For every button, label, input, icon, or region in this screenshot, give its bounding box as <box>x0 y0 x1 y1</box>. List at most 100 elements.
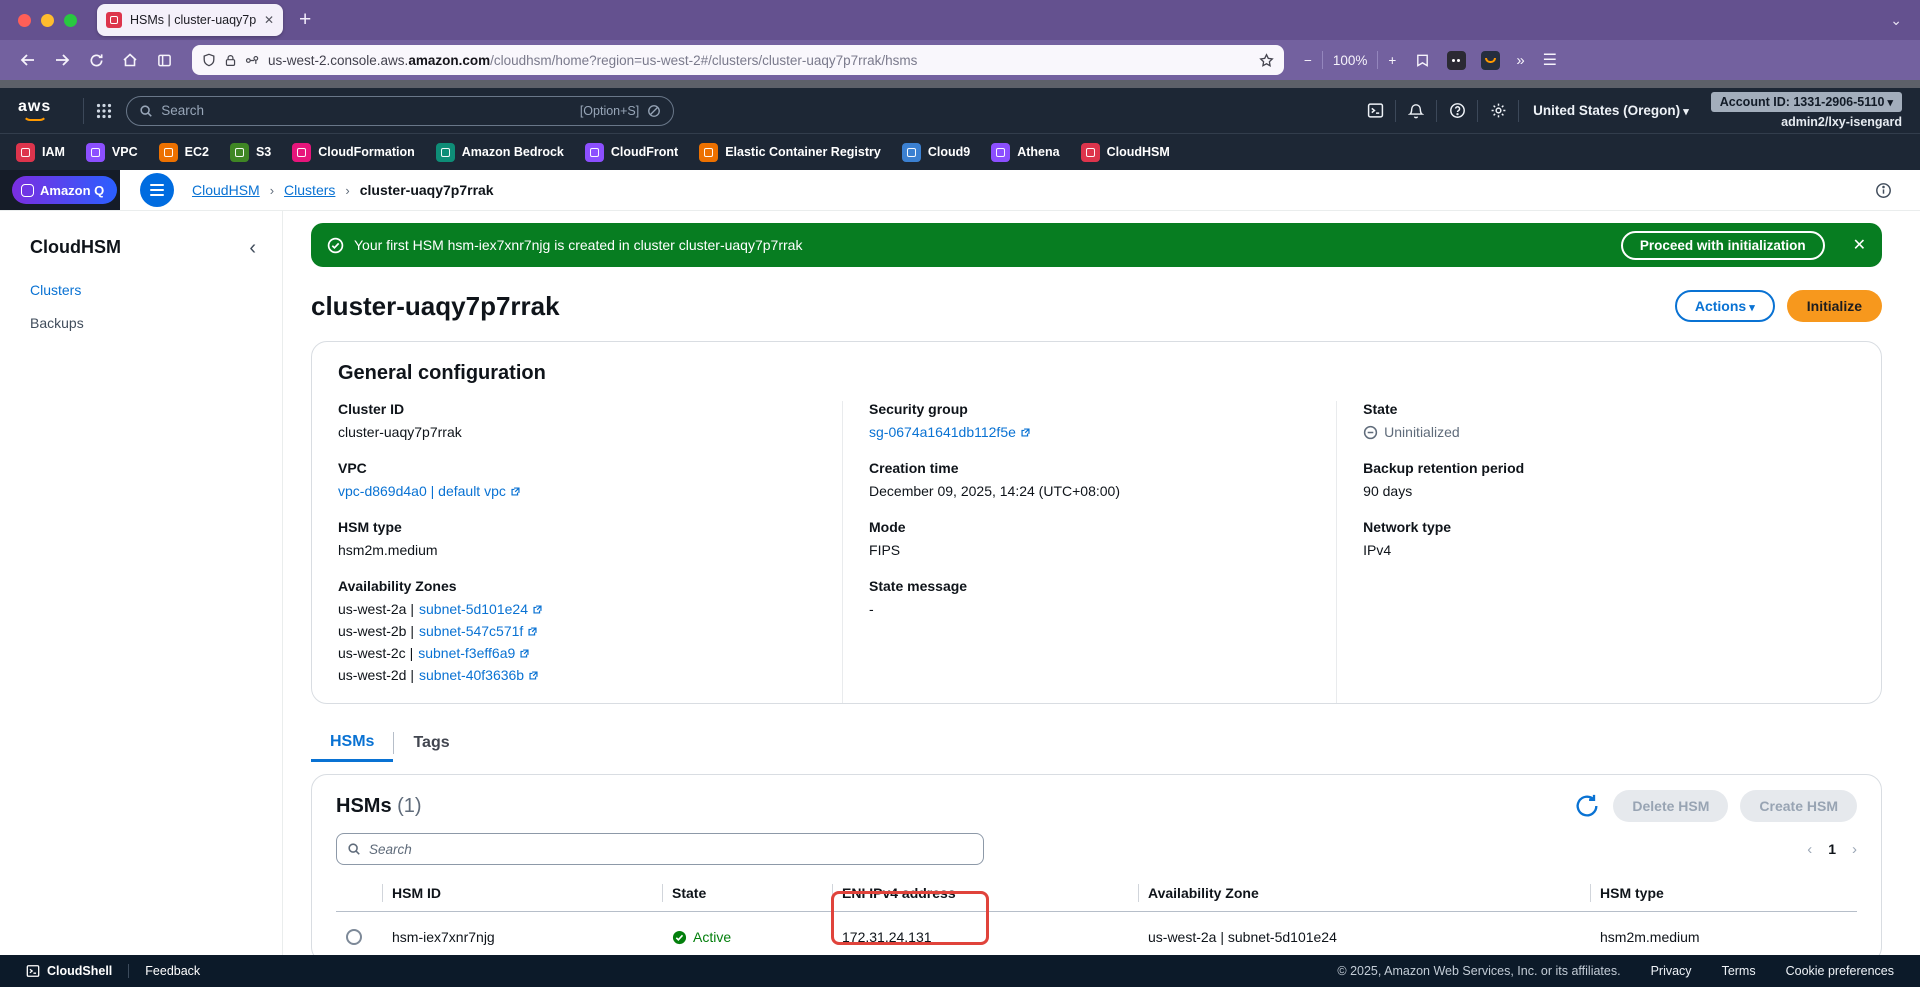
subnet-link[interactable]: subnet-5d101e24 <box>419 598 543 620</box>
url-bar[interactable]: us-west-2.console.aws.amazon.com/cloudhs… <box>192 45 1284 75</box>
column-hsm-type[interactable]: HSM type <box>1590 875 1857 912</box>
subnet-link[interactable]: subnet-547c571f <box>419 620 538 642</box>
sidebar-item-backups[interactable]: Backups <box>30 315 84 331</box>
favorite-athena[interactable]: Athena <box>991 142 1060 162</box>
forward-icon[interactable] <box>48 46 76 74</box>
proceed-with-initialization-button[interactable]: Proceed with initialization <box>1620 230 1825 260</box>
initialize-button[interactable]: Initialize <box>1786 290 1882 322</box>
aws-logo[interactable]: aws <box>18 99 51 121</box>
sidebar-item-clusters[interactable]: Clusters <box>30 282 81 298</box>
list-all-tabs-icon[interactable]: ⌄ <box>1890 12 1902 29</box>
active-check-icon <box>672 930 687 944</box>
favorite-vpc[interactable]: VPC <box>85 142 138 162</box>
banner-message: Your first HSM hsm-iex7xnr7njg is create… <box>354 237 803 253</box>
column-hsm-id[interactable]: HSM ID <box>382 875 662 912</box>
breadcrumb-separator-icon: › <box>345 182 350 198</box>
services-grid-icon[interactable] <box>96 103 112 119</box>
page-title: cluster-uaqy7p7rrak <box>311 290 560 321</box>
actions-button[interactable]: Actions <box>1674 290 1775 322</box>
notifications-bell-icon[interactable] <box>1396 97 1436 125</box>
region-selector[interactable]: United States (Oregon) <box>1533 103 1689 118</box>
sidebar-toggle-icon[interactable] <box>150 46 178 74</box>
zoom-level[interactable]: 100% <box>1333 53 1368 68</box>
column-availability-zone[interactable]: Availability Zone <box>1138 875 1590 912</box>
favorite-iam[interactable]: IAM <box>16 142 65 162</box>
favorite-s3[interactable]: S3 <box>229 142 271 162</box>
tab-tags[interactable]: Tags <box>394 724 468 762</box>
column-state[interactable]: State <box>662 875 832 912</box>
column-eni-ipv4[interactable]: ENI IPv4 address <box>832 875 1138 912</box>
cloudshell-icon <box>26 965 40 977</box>
current-page[interactable]: 1 <box>1828 841 1836 857</box>
amazon-q-button[interactable]: Amazon Q <box>12 176 118 204</box>
cloudfront-icon <box>584 142 604 162</box>
page: HSMs | cluster-uaqy7p7rrak | Cl ✕ + ⌄ us… <box>0 0 1920 987</box>
favorite-bedrock[interactable]: Amazon Bedrock <box>435 142 564 162</box>
close-tab-icon[interactable]: ✕ <box>264 13 274 27</box>
app-menu-icon[interactable]: ☰ <box>1537 50 1563 70</box>
vpc-link[interactable]: vpc-d869d4a0 | default vpc <box>338 480 521 502</box>
info-icon[interactable] <box>1875 182 1892 199</box>
tracking-shield-icon[interactable] <box>202 53 216 67</box>
console-search-input[interactable]: Search [Option+S] <box>126 95 675 126</box>
favorite-cloud9[interactable]: Cloud9 <box>901 142 970 162</box>
cloudshell-footer-button[interactable]: CloudShell <box>26 964 112 978</box>
overflow-menu-icon[interactable]: » <box>1510 52 1530 69</box>
lock-icon[interactable] <box>224 54 237 67</box>
cloudshell-terminal-icon[interactable] <box>1355 97 1395 125</box>
side-menu-toggle[interactable] <box>140 173 174 207</box>
new-tab-button[interactable]: + <box>299 8 311 32</box>
favorite-cloudformation[interactable]: CloudFormation <box>292 142 415 162</box>
permissions-icon[interactable] <box>245 54 260 67</box>
account-id-badge[interactable]: Account ID: 1331-2906-5110 <box>1710 92 1902 112</box>
favorite-ec2[interactable]: EC2 <box>158 142 209 162</box>
refresh-icon[interactable] <box>1573 792 1601 820</box>
amazon-q-icon <box>21 183 34 197</box>
previous-page-icon[interactable]: ‹ <box>1807 841 1812 858</box>
privacy-link[interactable]: Privacy <box>1651 964 1692 978</box>
aws-extension-icon[interactable] <box>1476 46 1504 74</box>
zoom-out-icon[interactable]: − <box>1304 53 1312 68</box>
cookie-preferences-link[interactable]: Cookie preferences <box>1786 964 1894 978</box>
maximize-window-button[interactable] <box>64 13 77 27</box>
cloudhsm-icon <box>1080 142 1100 162</box>
minimize-window-button[interactable] <box>41 13 54 27</box>
home-icon[interactable] <box>116 46 144 74</box>
hsms-card: HSMs (1) Delete HSM Create HSM Search ‹ … <box>311 774 1882 955</box>
security-group-link[interactable]: sg-0674a1641db112f5e <box>869 421 1031 443</box>
account-user[interactable]: admin2/lxy-isengard <box>1781 115 1902 129</box>
url-text: us-west-2.console.aws.amazon.com/cloudhs… <box>268 52 918 68</box>
close-window-button[interactable] <box>18 13 31 27</box>
subnet-link[interactable]: subnet-40f3636b <box>419 664 539 686</box>
hsms-search-input[interactable]: Search <box>336 833 984 865</box>
zoom-in-icon[interactable]: + <box>1388 53 1396 68</box>
save-to-pocket-icon[interactable] <box>1408 46 1436 74</box>
hsms-title: HSMs (1) <box>336 794 422 817</box>
delete-hsm-button[interactable]: Delete HSM <box>1613 790 1729 822</box>
sidebar-title: CloudHSM <box>30 237 121 257</box>
tab-hsms[interactable]: HSMs <box>311 724 394 762</box>
reload-icon[interactable] <box>82 46 110 74</box>
banner-close-icon[interactable]: ✕ <box>1853 235 1866 255</box>
browser-tab[interactable]: HSMs | cluster-uaqy7p7rrak | Cl ✕ <box>97 4 283 36</box>
sidebar: CloudHSM ‹ Clusters Backups <box>0 211 283 955</box>
create-hsm-button[interactable]: Create HSM <box>1740 790 1857 822</box>
favorite-cloudfront[interactable]: CloudFront <box>584 142 678 162</box>
favorite-ecr[interactable]: Elastic Container Registry <box>699 142 881 162</box>
settings-gear-icon[interactable] <box>1478 97 1518 125</box>
bookmark-star-icon[interactable] <box>1259 52 1274 68</box>
favorite-cloudhsm[interactable]: CloudHSM <box>1080 142 1170 162</box>
breadcrumb-cloudhsm[interactable]: CloudHSM <box>192 182 260 198</box>
feedback-button[interactable]: Feedback <box>145 964 200 978</box>
container-extension-icon[interactable] <box>1442 46 1470 74</box>
subnet-link[interactable]: subnet-f3eff6a9 <box>418 642 530 664</box>
terms-link[interactable]: Terms <box>1722 964 1756 978</box>
next-page-icon[interactable]: › <box>1852 841 1857 858</box>
row-radio-button[interactable] <box>346 929 362 945</box>
sidebar-collapse-icon[interactable]: ‹ <box>249 238 256 258</box>
search-shortcut: [Option+S] <box>579 103 640 118</box>
help-icon[interactable] <box>1437 97 1477 125</box>
back-icon[interactable] <box>14 46 42 74</box>
breadcrumb-clusters[interactable]: Clusters <box>284 182 335 198</box>
console-footer: CloudShell Feedback © 2025, Amazon Web S… <box>0 955 1920 987</box>
